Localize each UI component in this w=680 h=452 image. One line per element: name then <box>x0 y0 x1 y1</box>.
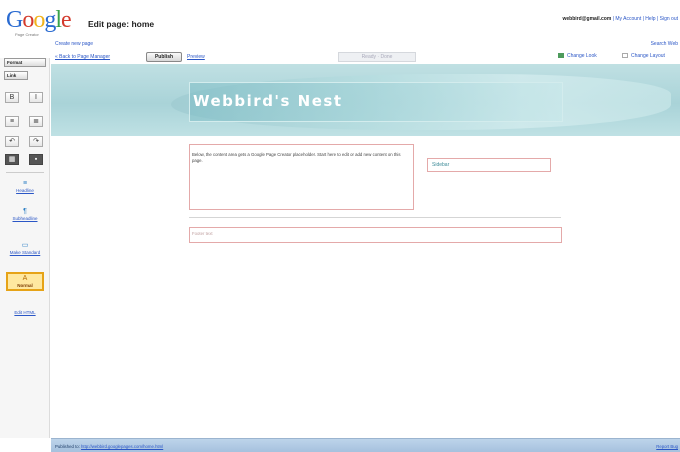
logo-wordmark: Google <box>6 6 72 34</box>
status-bar: Published to: http://webbird.googlepages… <box>51 438 680 452</box>
footer-divider <box>189 217 561 218</box>
subheadline-icon: ¶ <box>23 208 27 215</box>
header-banner: Webbird's Nest <box>51 64 680 136</box>
publish-button[interactable]: Publish <box>146 52 182 62</box>
published-url-link[interactable]: http://webbird.googlepages.com/home.html <box>81 444 163 449</box>
sub-navigation: Create new page Search Web <box>55 40 680 48</box>
change-look-link[interactable]: Change Look <box>558 53 597 59</box>
formatting-sidebar: Format Link B I ≡ ≣ ↶ ↷ ▦ ▪ ≡ Headline ¶… <box>0 58 50 438</box>
published-prefix: Published to: <box>55 444 80 449</box>
sidebar-divider <box>6 172 44 173</box>
status-indicator: Ready · Done <box>338 52 416 62</box>
bold-icon[interactable]: B <box>5 92 19 103</box>
change-layout-label: Change Layout <box>631 53 665 59</box>
align-left-icon[interactable]: ≡ <box>5 116 19 127</box>
sidebar-text: Sidebar <box>432 162 450 168</box>
undo-icon[interactable]: ↶ <box>5 136 19 147</box>
google-logo[interactable]: Google Page Creator <box>6 6 72 38</box>
preview-link[interactable]: Preview <box>187 54 205 60</box>
headline-icon: ≡ <box>22 180 28 187</box>
link-button[interactable]: Link <box>4 71 28 80</box>
style-label: Subheadline <box>12 216 38 221</box>
style-subheadline[interactable]: ¶ Subheadline <box>6 208 44 221</box>
logo-subtitle: Page Creator <box>15 32 39 37</box>
page-title: Edit page: home <box>88 19 155 29</box>
redo-icon[interactable]: ↷ <box>29 136 43 147</box>
change-look-label: Change Look <box>567 53 597 59</box>
image-icon[interactable]: ▦ <box>5 154 19 165</box>
account-links[interactable]: | My Account | Help | Sign out <box>613 16 678 22</box>
style-make-standard[interactable]: ▭ Make Standard <box>6 242 44 255</box>
footer-editor[interactable]: Footer text <box>189 227 562 243</box>
report-bug-link[interactable]: Report Bug <box>656 444 678 449</box>
style-label: Headline <box>16 188 34 193</box>
main-content-text: Below, the content area gets a Google Pa… <box>192 152 401 163</box>
logo-letter: o <box>33 7 45 33</box>
color-swatch-icon[interactable]: ▪ <box>29 154 43 165</box>
edit-html-label: Edit HTML <box>14 310 36 315</box>
sidebar-editor[interactable]: Sidebar <box>427 158 551 172</box>
style-label: Make Standard <box>9 250 41 255</box>
palette-icon <box>558 53 564 59</box>
standard-icon: ▭ <box>21 242 29 249</box>
logo-letter: o <box>22 7 34 33</box>
logo-letter: e <box>61 7 72 33</box>
logo-letter: g <box>44 7 56 33</box>
back-to-page-manager-link[interactable]: « Back to Page Manager <box>55 54 110 60</box>
style-headline[interactable]: ≡ Headline <box>6 180 44 193</box>
style-normal[interactable]: A Normal <box>6 272 44 291</box>
edit-html-link[interactable]: Edit HTML <box>6 310 44 315</box>
main-content-editor[interactable]: Below, the content area gets a Google Pa… <box>189 144 414 210</box>
layout-icon <box>622 53 628 59</box>
page-canvas: Webbird's Nest Below, the content area g… <box>51 64 680 438</box>
format-button[interactable]: Format <box>4 58 46 67</box>
site-title[interactable]: Webbird's Nest <box>193 92 343 110</box>
footer-text: Footer text <box>192 231 213 236</box>
editor-toolbar: « Back to Page Manager Publish Preview R… <box>0 50 680 64</box>
create-new-page-link[interactable]: Create new page <box>55 41 93 47</box>
style-label: Normal <box>17 283 33 288</box>
align-center-icon[interactable]: ≣ <box>29 116 43 127</box>
account-email: webbird@gmail.com <box>562 16 612 22</box>
published-location: Published to: http://webbird.googlepages… <box>55 444 163 449</box>
search-web-link[interactable]: Search Web <box>651 41 678 47</box>
change-layout-link[interactable]: Change Layout <box>622 53 665 59</box>
italic-icon[interactable]: I <box>29 92 43 103</box>
account-bar: webbird@gmail.com | My Account | Help | … <box>563 16 679 22</box>
normal-icon: A <box>22 275 28 282</box>
logo-letter: G <box>6 7 23 33</box>
